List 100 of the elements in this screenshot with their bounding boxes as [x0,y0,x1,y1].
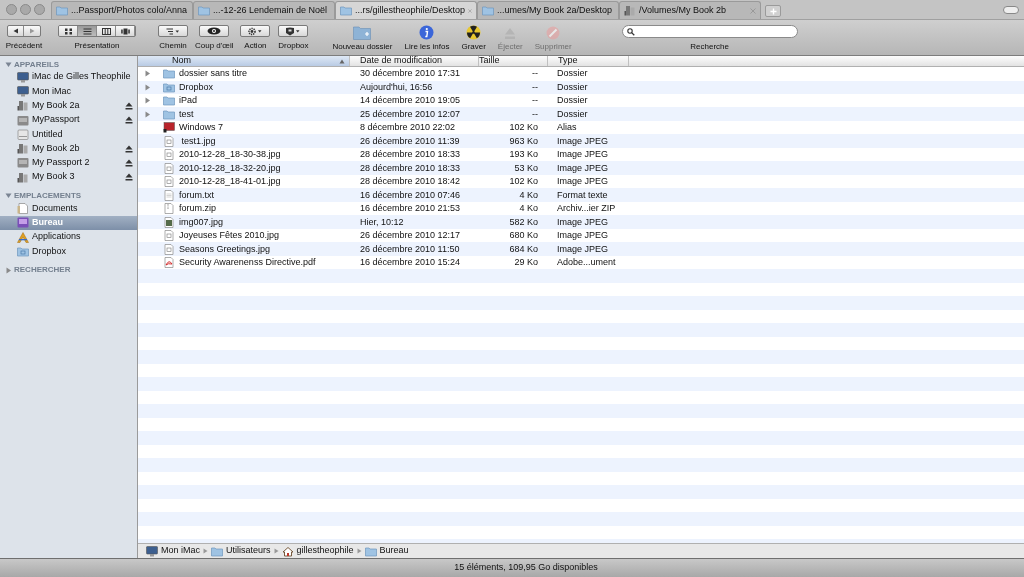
forward-icon[interactable] [29,28,35,34]
image-file-icon [163,230,175,242]
file-size: -- [531,94,539,107]
disclosure-triangle[interactable] [5,266,12,274]
modified-date: 28 décembre 2010 18:33 [359,161,462,175]
toolbar-button[interactable]: Nouveau dossier [326,25,399,53]
column-header[interactable]: Type [548,56,629,66]
modified-date: 16 décembre 2010 15:24 [359,256,462,269]
toolbar-toggle-button[interactable] [1003,5,1019,14]
column-header[interactable]: Nom [138,56,350,66]
tab[interactable]: ...-12-26 Lendemain de Noël [193,1,335,19]
toolbar-button[interactable]: Lire les infos [398,25,456,53]
back-forward-button[interactable] [7,25,41,37]
sidebar-item[interactable]: iMac de Gilles Theophile [0,70,137,85]
file-row[interactable]: Seasons Greetings.jpg 26 décembre 2010 11:50 684 Ko Image JPEG [138,242,1024,256]
sidebar-item[interactable]: Untitled [0,127,137,142]
back-icon[interactable] [12,28,19,34]
eject-icon[interactable] [125,116,133,125]
modified-date: 26 décembre 2010 11:50 [359,242,461,256]
folder-icon [198,5,210,16]
file-type: Format texte [556,188,609,202]
pdf-file-icon [163,257,175,269]
file-type: Image JPEG [556,134,610,148]
disclosure-triangle[interactable] [5,61,12,68]
applications-icon [17,231,29,243]
eject-icon[interactable] [125,144,133,153]
sidebar-item[interactable]: Mon iMac [0,84,137,99]
tab-title: ...rs/gillestheophile/Desktop [355,3,466,17]
tab[interactable]: /Volumes/My Book 2b [619,1,761,19]
folder-icon [340,5,352,16]
path-item[interactable]: Bureau [364,544,409,558]
view-mode-button[interactable] [116,26,135,36]
file-size: 582 Ko [508,215,539,229]
zip-file-icon [163,203,175,215]
sidebar-item[interactable]: Dropbox [0,244,137,259]
drive-icon [17,143,29,155]
modified-date: 16 décembre 2010 21:53 [359,202,462,215]
sidebar-item[interactable]: Documents [0,201,137,216]
sidebar-item[interactable]: My Book 2b [0,141,137,156]
modified-date: Hier, 10:12 [359,215,405,229]
toolbar-label: Chemin [159,40,187,52]
file-name: dossier sans titre [179,67,248,80]
sidebar-item[interactable]: MyPassport [0,112,137,128]
tab[interactable]: ...umes/My Book 2a/Desktop [477,1,619,19]
eject-icon[interactable] [125,158,133,167]
file-row[interactable]: 2010-12-28_18-41-01.jpg 28 décembre 2010 18:42 102 Ko Image JPEG [138,175,1024,189]
sidebar-item[interactable]: My Passport 2 [0,155,137,171]
toolbar-button[interactable]: Graver [455,25,492,53]
toolbar-menu-button[interactable] [199,25,230,37]
file-row[interactable]: dossier sans titre 30 décembre 2010 17:31 -- Dossier [138,67,1024,81]
view-mode-button[interactable] [97,26,116,36]
tab-title: ...-12-26 Lendemain de Noël [213,3,328,17]
search-icon [626,27,635,36]
path-item[interactable]: gillestheophile [281,544,354,558]
view-mode-button[interactable] [59,26,78,36]
file-size: 102 Ko [508,175,539,188]
view-mode-button[interactable] [78,26,97,36]
file-row[interactable]: iPad 14 décembre 2010 19:05 -- Dossier [138,94,1024,108]
file-row[interactable]: Windows 7 8 décembre 2010 22:02 102 Ko Alias [138,121,1024,135]
toolbar-menu-button[interactable] [278,25,309,37]
modified-date: 14 décembre 2010 19:05 [359,94,462,107]
file-row[interactable]: img007.jpg Hier, 10:12 582 Ko Image JPEG [138,215,1024,229]
column-header[interactable]: Taille [479,56,548,66]
modified-date: 28 décembre 2010 18:33 [359,148,462,161]
file-row[interactable]: 2010-12-28_18-30-38.jpg 28 décembre 2010 18:33 193 Ko Image JPEG [138,148,1024,162]
window-control[interactable] [6,4,17,15]
window-control[interactable] [20,4,31,15]
disclosure-triangle[interactable] [5,192,12,200]
eject-icon[interactable] [125,101,133,110]
toolbar-menu-button[interactable] [240,25,271,37]
file-row[interactable]: Dropbox Aujourd'hui, 16:56 -- Dossier [138,80,1024,94]
file-row[interactable]: Joyeuses Fêtes 2010.jpg 26 décembre 2010 12:17 680 Ko Image JPEG [138,229,1024,243]
file-row[interactable]: forum.zip 16 décembre 2010 21:53 4 Ko Archiv...ier ZIP [138,202,1024,216]
new-tab-button[interactable] [765,5,781,17]
column-header[interactable]: Date de modification [350,56,479,66]
window-control[interactable] [34,4,45,15]
image-file-icon [163,162,175,174]
file-type: Image JPEG [556,215,610,229]
image-file-icon [163,135,175,147]
search-field[interactable] [621,25,798,38]
file-row[interactable]: test1.jpg 26 décembre 2010 11:39 963 Ko Image JPEG [138,134,1024,148]
file-size: 4 Ko [518,188,539,202]
path-item[interactable]: Utilisateurs [211,544,271,558]
gear-icon [247,26,264,36]
eject-icon[interactable] [125,173,133,182]
file-row[interactable]: Security Awarenenss Directive.pdf 16 décembre 2010 15:24 29 Ko Adobe...ument [138,256,1024,270]
chevron-icon [273,548,279,554]
file-row[interactable]: test 25 décembre 2010 12:07 -- Dossier [138,107,1024,121]
text-file-icon [163,189,175,201]
tab[interactable]: ...Passport/Photos colo/Anna [51,1,193,19]
sidebar-item[interactable]: My Book 3 [0,170,137,185]
tab[interactable]: ...rs/gillestheophile/Desktop [335,1,477,19]
sidebar-item[interactable]: Applications [0,229,137,245]
file-name: forum.zip [179,202,216,215]
file-row[interactable]: 2010-12-28_18-32-20.jpg 28 décembre 2010 18:33 53 Ko Image JPEG [138,161,1024,175]
alias-file-icon [163,122,175,134]
file-row[interactable]: forum.txt 16 décembre 2010 07:46 4 Ko Format texte [138,188,1024,202]
path-item[interactable]: Mon iMac [146,544,200,558]
sidebar-item[interactable]: My Book 2a [0,98,137,113]
file-size: 53 Ko [513,161,539,175]
